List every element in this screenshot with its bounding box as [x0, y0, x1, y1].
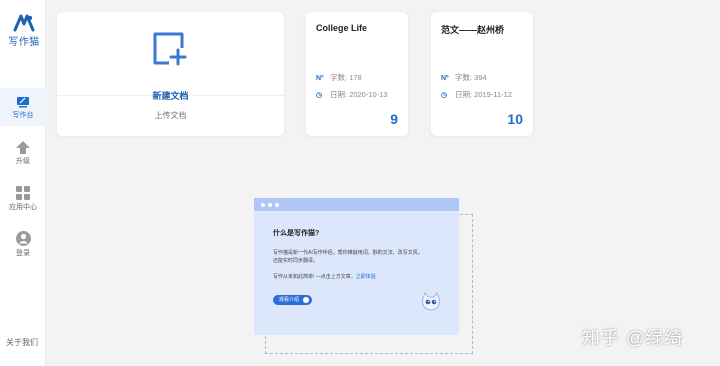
app-grid-icon	[16, 186, 30, 200]
document-date: ◷ 日期: 2019-11-12	[441, 90, 512, 99]
intro-title: 什么是写作猫?	[273, 230, 320, 237]
intro-text: 还能实时同步翻译。	[273, 258, 319, 264]
sidebar-item-apps[interactable]: 应用中心	[0, 186, 46, 212]
new-document-card: 新建文档 上传文档	[57, 12, 284, 136]
sidebar-item-label: 应用中心	[9, 204, 37, 211]
sidebar-item-desk[interactable]: 写作台	[0, 88, 46, 126]
about-us-link[interactable]: 关于我们	[6, 337, 38, 348]
sidebar-item-login[interactable]: 登录	[0, 231, 46, 258]
upload-document-button[interactable]: 上传文档	[57, 96, 284, 136]
document-title: 范文——赵州桥	[441, 25, 505, 35]
document-card[interactable]: 范文——赵州桥 Nº 字数: 394 ◷ 日期: 2019-11-12 10	[431, 12, 533, 136]
document-date: ◷ 日期: 2020-10-13	[316, 90, 388, 99]
window-dot-icon	[268, 203, 272, 207]
intro-text: 写作从未如此简单! —点击上方文章，立即体验	[273, 274, 376, 280]
play-icon	[303, 297, 309, 303]
window-dot-icon	[261, 203, 265, 207]
window-dot-icon	[275, 203, 279, 207]
new-document-button[interactable]: 新建文档	[57, 12, 284, 101]
zhihu-watermark: 知乎 @绿绮	[582, 328, 684, 348]
app-logo[interactable]: 写作猫	[4, 14, 44, 48]
upgrade-arrow-icon	[16, 141, 30, 154]
clock-icon: ◷	[316, 92, 323, 99]
user-icon	[15, 231, 31, 246]
try-now-link[interactable]: 立即体验	[356, 274, 376, 280]
issue-count: 9	[390, 111, 398, 127]
sidebar-item-label: 写作台	[12, 112, 34, 119]
watch-intro-button[interactable]: 观看介绍	[273, 295, 312, 305]
issue-count: 10	[507, 111, 523, 127]
word-count: Nº 字数: 394	[441, 73, 487, 82]
clock-icon: ◷	[441, 92, 448, 99]
sidebar-item-label: 升级	[16, 158, 30, 165]
document-title: College Life	[316, 23, 368, 33]
sidebar-item-upgrade[interactable]: 升级	[0, 141, 46, 166]
cat-logo-icon	[13, 14, 35, 32]
word-count-icon: Nº	[441, 75, 449, 82]
sidebar-item-label: 登录	[16, 250, 30, 257]
intro-window-bar	[254, 198, 459, 211]
cat-mascot-icon	[422, 292, 440, 311]
logo-text: 写作猫	[8, 37, 40, 48]
new-document-icon	[153, 32, 187, 66]
intro-text: 写作猫是新一代AI写作伴侣，帮你推敲用词、斟酌文法、改写文风，	[273, 250, 423, 256]
intro-panel: 什么是写作猫? 写作猫是新一代AI写作伴侣，帮你推敲用词、斟酌文法、改写文风， …	[254, 198, 459, 335]
sidebar: 写作猫 写作台 升级 应用中心 登录 关于我们	[0, 0, 46, 366]
word-count: Nº 字数: 178	[316, 73, 362, 82]
document-card[interactable]: College Life Nº 字数: 178 ◷ 日期: 2020-10-13 9	[306, 12, 408, 136]
word-count-icon: Nº	[316, 75, 324, 82]
desk-icon	[17, 97, 29, 108]
